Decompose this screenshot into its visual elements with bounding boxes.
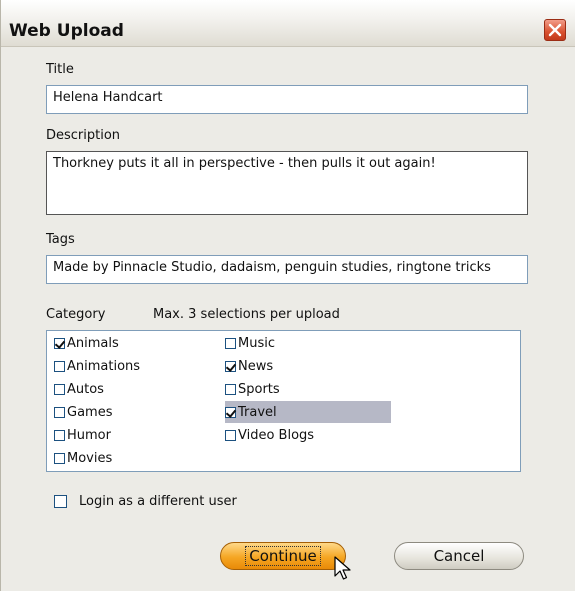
checkbox[interactable] (54, 337, 65, 349)
category-item-label: Animations (67, 358, 141, 374)
category-animations[interactable]: Animations (54, 357, 140, 375)
category-list: Animals Animations Autos Games Humor Mov… (46, 330, 521, 472)
category-label: Category (46, 307, 106, 322)
category-item-label: Humor (67, 427, 111, 443)
category-autos[interactable]: Autos (54, 380, 104, 398)
web-upload-dialog: Web Upload Title Helena Handcart Descrip… (0, 0, 575, 591)
continue-button[interactable]: Continue (220, 542, 346, 570)
category-animals[interactable]: Animals (54, 334, 119, 352)
category-sports[interactable]: Sports (225, 380, 280, 398)
category-item-label: Video Blogs (238, 427, 315, 443)
checkbox[interactable] (54, 452, 65, 464)
close-icon (548, 23, 562, 37)
checkbox[interactable] (225, 406, 236, 418)
category-item-label: News (238, 358, 274, 374)
category-games[interactable]: Games (54, 403, 112, 421)
checkbox[interactable] (225, 429, 236, 441)
description-label: Description (46, 128, 121, 143)
category-item-label: Movies (67, 450, 113, 466)
category-humor[interactable]: Humor (54, 426, 111, 444)
login-different-user-checkbox[interactable] (54, 495, 67, 508)
category-video-blogs[interactable]: Video Blogs (225, 426, 314, 444)
title-label: Title (46, 62, 74, 77)
category-item-label: Sports (238, 381, 280, 397)
category-news[interactable]: News (225, 357, 273, 375)
category-limit-hint: Max. 3 selections per upload (153, 307, 340, 322)
checkbox[interactable] (225, 360, 236, 372)
window-title: Web Upload (9, 21, 124, 41)
title-input[interactable]: Helena Handcart (46, 85, 528, 114)
category-travel[interactable]: Travel (225, 401, 391, 423)
checkbox[interactable] (54, 429, 65, 441)
cancel-button-label: Cancel (433, 547, 485, 565)
cancel-button[interactable]: Cancel (394, 542, 524, 570)
category-item-label: Travel (238, 404, 277, 420)
checkbox[interactable] (54, 360, 65, 372)
checkbox[interactable] (225, 383, 236, 395)
tags-input[interactable]: Made by Pinnacle Studio, dadaism, pengui… (46, 255, 528, 284)
checkbox[interactable] (54, 406, 65, 418)
title-bar[interactable]: Web Upload (1, 0, 575, 47)
checkbox[interactable] (54, 383, 65, 395)
checkbox[interactable] (225, 337, 236, 349)
category-item-label: Games (67, 404, 113, 420)
description-textarea[interactable]: Thorkney puts it all in perspective - th… (46, 151, 528, 215)
continue-button-label: Continue (245, 546, 321, 566)
category-item-label: Animals (67, 335, 119, 351)
login-different-user-label[interactable]: Login as a different user (79, 494, 237, 509)
category-movies[interactable]: Movies (54, 449, 112, 467)
mouse-cursor-icon (334, 556, 351, 580)
category-music[interactable]: Music (225, 334, 275, 352)
category-item-label: Music (238, 335, 275, 351)
category-item-label: Autos (67, 381, 104, 397)
close-button[interactable] (544, 19, 566, 41)
tags-label: Tags (46, 232, 75, 247)
